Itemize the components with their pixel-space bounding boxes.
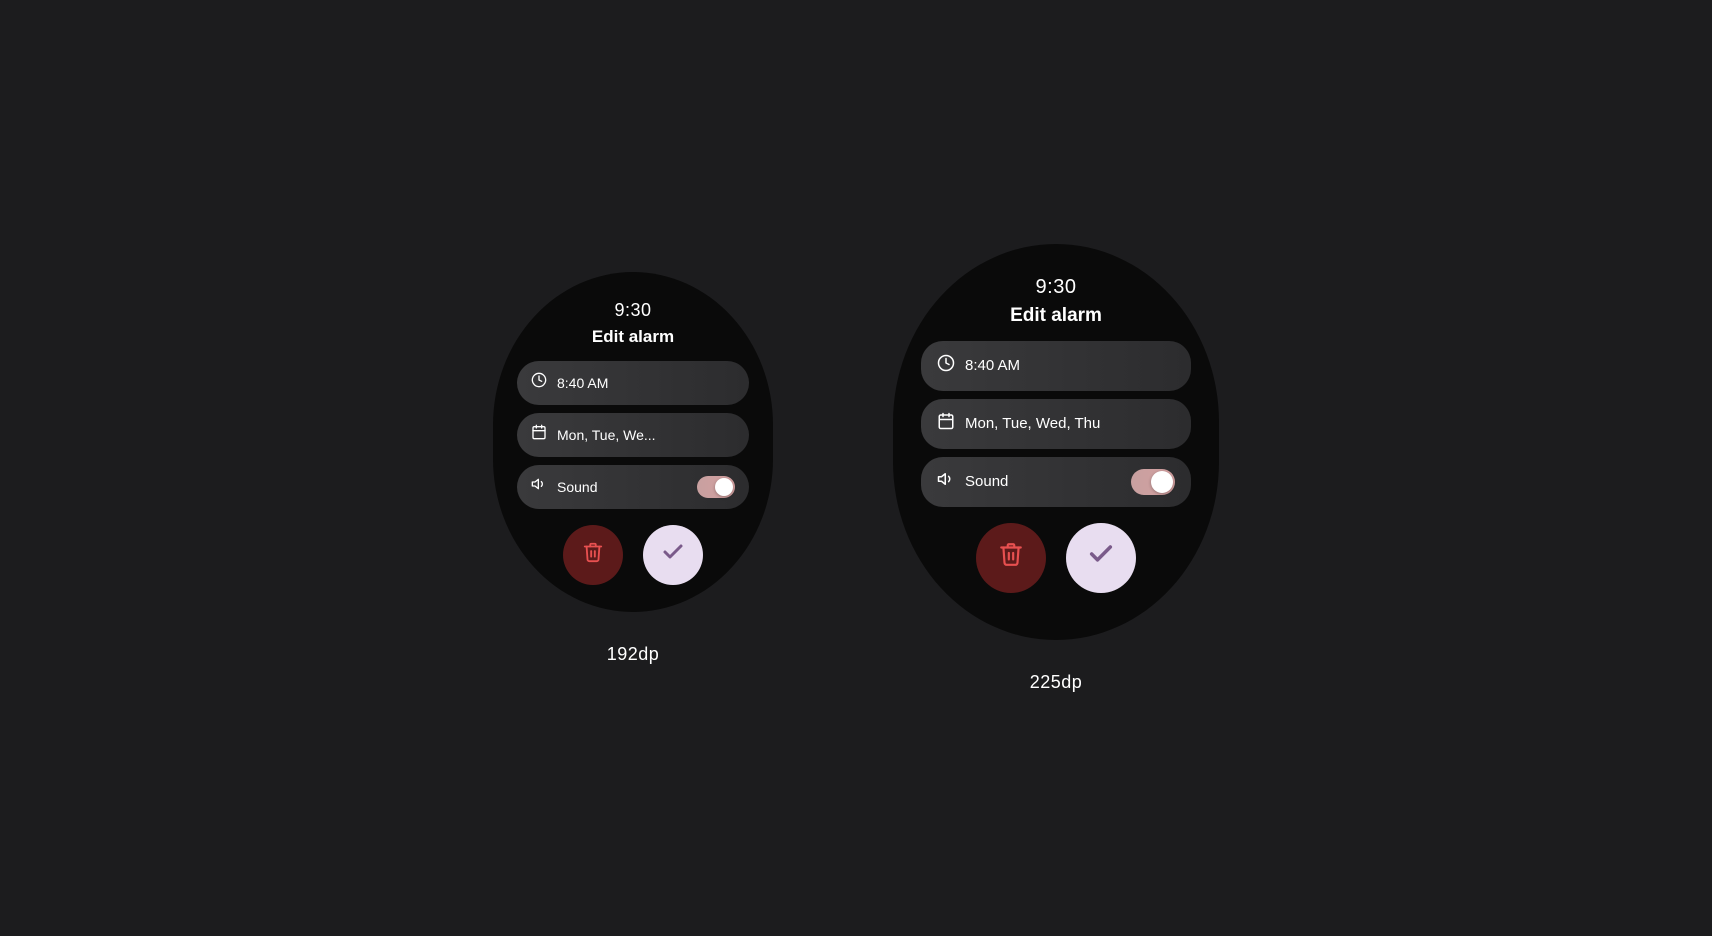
alarm-days-label-192: Mon, Tue, We... [557, 427, 735, 443]
sound-toggle-225[interactable] [1131, 469, 1175, 495]
sound-icon-225 [937, 470, 955, 493]
watch-size-label-225: 225dp [1030, 672, 1083, 693]
alarm-days-label-225: Mon, Tue, Wed, Thu [965, 415, 1175, 432]
alarm-time-label-225: 8:40 AM [965, 357, 1175, 374]
sound-toggle-knob-225 [1151, 471, 1173, 493]
watch-225: 9:30 Edit alarm 8:40 AM [893, 244, 1219, 693]
watch-192: 9:30 Edit alarm 8:40 AM [493, 272, 773, 665]
alarm-time-item-192[interactable]: 8:40 AM [517, 361, 749, 405]
watch-title-192: Edit alarm [592, 327, 674, 347]
alarm-days-item-192[interactable]: Mon, Tue, We... [517, 413, 749, 457]
watch-items-192: 8:40 AM Mon, Tue, We... [517, 361, 749, 509]
alarm-time-item-225[interactable]: 8:40 AM [921, 341, 1191, 391]
watch-size-label-192: 192dp [607, 644, 660, 665]
delete-button-225[interactable] [976, 523, 1046, 593]
alarm-time-label-192: 8:40 AM [557, 375, 735, 391]
watch-buttons-225 [976, 523, 1136, 593]
watch-time-225: 9:30 [1036, 276, 1077, 299]
watch-buttons-192 [563, 525, 703, 585]
sound-toggle-knob-192 [715, 478, 733, 496]
delete-button-192[interactable] [563, 525, 623, 585]
alarm-sound-label-192: Sound [557, 479, 687, 495]
clock-icon-225 [937, 354, 955, 377]
alarm-sound-item-225[interactable]: Sound [921, 457, 1191, 507]
watch-face-225: 9:30 Edit alarm 8:40 AM [893, 244, 1219, 640]
trash-icon-192 [582, 541, 604, 569]
alarm-days-item-225[interactable]: Mon, Tue, Wed, Thu [921, 399, 1191, 449]
check-icon-192 [661, 540, 685, 570]
calendar-icon-192 [531, 424, 547, 445]
sound-icon-192 [531, 476, 547, 497]
trash-icon-225 [998, 541, 1024, 574]
sound-toggle-192[interactable] [697, 476, 735, 498]
calendar-icon-225 [937, 412, 955, 435]
watch-title-225: Edit alarm [1010, 305, 1102, 327]
alarm-sound-item-192[interactable]: Sound [517, 465, 749, 509]
watch-face-192: 9:30 Edit alarm 8:40 AM [493, 272, 773, 612]
alarm-sound-label-225: Sound [965, 473, 1121, 490]
watch-time-192: 9:30 [614, 300, 651, 321]
check-icon-225 [1087, 540, 1115, 575]
clock-icon-192 [531, 372, 547, 393]
confirm-button-225[interactable] [1066, 523, 1136, 593]
confirm-button-192[interactable] [643, 525, 703, 585]
watch-items-225: 8:40 AM Mon, Tue, Wed, Thu [921, 341, 1191, 507]
